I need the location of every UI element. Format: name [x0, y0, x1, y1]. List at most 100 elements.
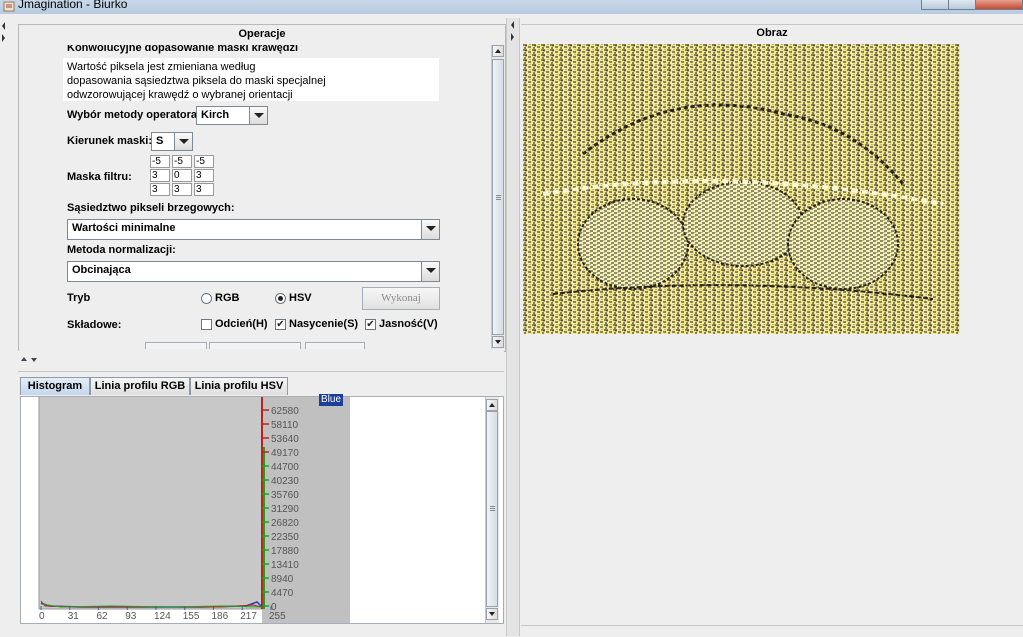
- tab-rgb-profile[interactable]: Linia profilu RGB: [90, 377, 190, 395]
- y-tick-label: 26820: [271, 518, 299, 529]
- neighbourhood-select[interactable]: Wartości minimalne: [67, 219, 440, 240]
- mask-cell[interactable]: 3: [150, 183, 170, 196]
- image-panel-divider: [521, 625, 1023, 626]
- split-collapse-icon[interactable]: [0, 20, 8, 44]
- tab-histogram[interactable]: Histogram: [20, 377, 90, 395]
- y-tick-label: 49170: [271, 448, 299, 459]
- value-checkbox[interactable]: ✔: [365, 319, 376, 330]
- scroll-up-button[interactable]: [486, 399, 498, 411]
- histogram-scrollbar[interactable]: [485, 397, 499, 623]
- hidden-button[interactable]: [145, 342, 207, 349]
- operator-select[interactable]: Kirch: [196, 106, 268, 125]
- operations-header: Operacje: [19, 28, 505, 40]
- direction-select[interactable]: S: [151, 132, 193, 151]
- x-tick-label: 217: [240, 611, 257, 622]
- scroll-down-button[interactable]: [492, 336, 504, 348]
- components-label: Składowe:: [67, 319, 122, 331]
- mask-cell[interactable]: 0: [172, 169, 192, 182]
- execute-button[interactable]: Wykonaj: [362, 287, 440, 310]
- mask-cell[interactable]: 3: [172, 183, 192, 196]
- tab-strip: Histogram Linia profilu RGB Linia profil…: [20, 376, 504, 397]
- hidden-button[interactable]: [305, 342, 365, 349]
- description-line: dopasowania sąsiedztwa piksela do maski …: [67, 75, 326, 87]
- saturation-label: Nasycenie(S): [289, 318, 359, 330]
- processed-image: [523, 44, 960, 334]
- y-tick-label: 62580: [271, 406, 299, 417]
- operations-scrollbar[interactable]: [491, 45, 505, 349]
- mode-rgb-label: RGB: [215, 292, 240, 304]
- operations-panel: Operacje Konwolucyjne dopasowanie maski …: [18, 24, 506, 352]
- x-tick-label: 0: [39, 611, 45, 622]
- mask-cell[interactable]: 3: [194, 169, 214, 182]
- minimize-button[interactable]: [921, 0, 949, 10]
- y-tick-label: 17880: [271, 546, 299, 557]
- operations-viewport: Konwolucyjne dopasowanie maski krawędzi …: [19, 45, 491, 349]
- chevron-down-icon: [421, 220, 439, 239]
- grip-line: [490, 508, 495, 509]
- y-tick-label: 44700: [271, 462, 299, 473]
- y-tick-label: 31290: [271, 504, 299, 515]
- plot-area: [39, 397, 262, 609]
- direction-label: Kierunek maski:: [67, 135, 152, 147]
- mask-cell[interactable]: -5: [172, 155, 192, 168]
- y-tick-label: 4470: [271, 588, 294, 599]
- maximize-button[interactable]: [948, 0, 976, 10]
- scroll-thumb[interactable]: [492, 59, 504, 335]
- close-button[interactable]: [975, 0, 1023, 10]
- grip-line: [496, 195, 501, 196]
- chevron-down-icon: [249, 107, 267, 124]
- hidden-button[interactable]: [209, 342, 301, 349]
- normalization-select[interactable]: Obcinająca: [67, 261, 440, 282]
- window-title-bar: Jmagination - Biurko: [0, 0, 1023, 14]
- mask-cell[interactable]: -5: [194, 155, 214, 168]
- description-line: odwzorowującej krawędź o wybranej orient…: [67, 89, 293, 101]
- description-box: Wartość piksela jest zmieniana według do…: [63, 58, 439, 101]
- horizontal-splitter[interactable]: [18, 351, 504, 372]
- window-title: Jmagination - Biurko: [18, 0, 128, 11]
- x-tick-label: 31: [68, 611, 80, 622]
- section-title: Konwolucyjne dopasowanie maski krawędzi: [67, 45, 299, 54]
- y-tick-label: 22350: [271, 532, 299, 543]
- hue-label: Odcień(H): [215, 318, 268, 330]
- x-tick-label: 186: [212, 611, 229, 622]
- tab-hsv-profile[interactable]: Linia profilu HSV: [190, 377, 288, 395]
- java-app-icon: [3, 1, 15, 12]
- image-header: Obraz: [521, 27, 1023, 39]
- neighbourhood-label: Sąsiedztwo pikseli brzegowych:: [67, 202, 235, 214]
- direction-value: S: [156, 135, 164, 147]
- mode-rgb-radio[interactable]: [201, 293, 212, 304]
- scroll-down-button[interactable]: [486, 608, 498, 620]
- mask-grid: -5 -5 -5 3 0 3 3 3 3: [150, 155, 220, 197]
- scroll-up-button[interactable]: [492, 45, 504, 57]
- normalization-label: Metoda normalizacji:: [67, 244, 176, 256]
- grip-line: [496, 199, 501, 200]
- saturation-checkbox[interactable]: ✔: [275, 319, 286, 330]
- grip-line: [496, 197, 501, 198]
- operator-label: Wybór metody operatora:: [67, 109, 201, 121]
- y-tick-label: 8940: [271, 574, 294, 585]
- mask-cell[interactable]: 3: [194, 183, 214, 196]
- vertical-splitter[interactable]: [506, 18, 520, 636]
- operator-value: Kirch: [201, 109, 230, 121]
- split-arrows-icon[interactable]: [20, 355, 40, 365]
- description-text: Wartość piksela jest zmieniana według do…: [67, 60, 326, 102]
- value-label: Jasność(V): [379, 318, 438, 330]
- split-arrows-icon[interactable]: [509, 20, 517, 42]
- y-tick-label: 40230: [271, 476, 299, 487]
- x-tick-label: 255: [269, 611, 286, 622]
- mode-hsv-radio[interactable]: [275, 293, 286, 304]
- x-tick-label: 62: [97, 611, 109, 622]
- y-tick-label: 53640: [271, 434, 299, 445]
- y-tick-label: 13410: [271, 560, 299, 571]
- hue-checkbox[interactable]: [201, 319, 212, 330]
- grip-line: [490, 510, 495, 511]
- histogram-pane: 62580 58110 53640 49170 44700 40230 35760 31290…: [20, 394, 504, 624]
- legend-blue: Blue: [319, 394, 344, 406]
- histogram-chart: 6258058110536404917044700402303576031290…: [21, 397, 351, 623]
- chevron-down-icon: [421, 262, 439, 281]
- scroll-thumb[interactable]: [486, 411, 498, 607]
- mask-cell[interactable]: 3: [150, 169, 170, 182]
- neighbourhood-value: Wartości minimalne: [72, 222, 176, 234]
- mode-hsv-label: HSV: [289, 292, 312, 304]
- mask-cell[interactable]: -5: [150, 155, 170, 168]
